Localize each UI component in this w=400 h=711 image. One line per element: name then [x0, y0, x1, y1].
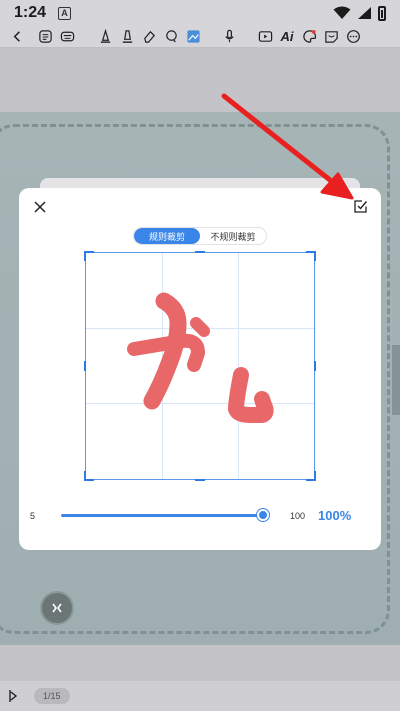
palette-icon	[302, 29, 316, 43]
chevron-left-icon	[13, 31, 20, 42]
play-right-icon	[9, 690, 18, 702]
crop-mode-toggle: 规则裁剪 不规则裁剪	[133, 227, 267, 245]
board-side-tab	[392, 345, 400, 415]
lasso-button[interactable]	[160, 27, 182, 47]
highlighter-button[interactable]	[116, 27, 138, 47]
crop-handle-bottom-left[interactable]	[84, 471, 94, 481]
media-button[interactable]	[254, 27, 276, 47]
media-icon	[258, 31, 272, 42]
status-bar: 1:24 A	[0, 0, 400, 26]
microphone-icon	[224, 29, 234, 43]
back-button[interactable]	[6, 27, 28, 47]
list-button[interactable]	[34, 27, 56, 47]
floating-tool-button[interactable]	[40, 591, 74, 625]
palette-button[interactable]	[298, 27, 320, 47]
sticker-button[interactable]	[320, 27, 342, 47]
lasso-icon	[165, 30, 177, 43]
more-icon	[346, 30, 360, 43]
crop-dialog: 规则裁剪 不规则裁剪 5 100 100%	[19, 188, 381, 550]
signal-icon	[358, 7, 371, 19]
crop-handle-top-right[interactable]	[306, 251, 316, 261]
close-icon	[34, 201, 46, 213]
crop-handle-top[interactable]	[195, 251, 205, 253]
handwritten-character	[127, 292, 274, 423]
crop-handle-right[interactable]	[314, 361, 316, 371]
tab-irregular-crop[interactable]: 不规则裁剪	[200, 228, 266, 244]
toolbar: Ai	[0, 26, 400, 48]
page-panel-toggle[interactable]	[6, 685, 20, 707]
size-slider-track[interactable]	[61, 514, 267, 517]
size-slider-thumb[interactable]	[257, 509, 269, 521]
highlighter-icon	[122, 30, 132, 43]
tab-regular-crop[interactable]: 规则裁剪	[134, 228, 200, 244]
more-button[interactable]	[342, 27, 364, 47]
crop-handle-top-left[interactable]	[84, 251, 94, 261]
notification-icon: A	[58, 6, 72, 20]
list-icon	[38, 30, 52, 43]
battery-icon	[378, 5, 386, 21]
canvas-top-area	[0, 48, 400, 112]
eraser-button[interactable]	[138, 27, 160, 47]
wifi-icon	[333, 6, 351, 19]
sticker-icon	[324, 31, 338, 43]
keyboard-icon	[60, 31, 74, 42]
slider-max-label: 100	[290, 511, 306, 521]
status-time: 1:24	[14, 4, 47, 21]
crop-area[interactable]	[84, 251, 316, 481]
page-indicator: 1/15	[34, 688, 70, 704]
keyboard-button[interactable]	[56, 27, 78, 47]
pen-button[interactable]	[94, 27, 116, 47]
bottom-bar: 1/15	[0, 681, 400, 711]
crop-handle-bottom-right[interactable]	[306, 471, 316, 481]
microphone-button[interactable]	[218, 27, 240, 47]
slider-min-label: 5	[30, 511, 36, 521]
crop-handle-bottom[interactable]	[195, 479, 205, 481]
image-icon	[186, 30, 200, 43]
crop-handle-left[interactable]	[84, 361, 86, 371]
slider-value: 100%	[318, 508, 352, 523]
check-box-icon	[353, 199, 367, 213]
ai-button[interactable]: Ai	[276, 27, 298, 47]
image-button[interactable]	[182, 27, 204, 47]
close-button[interactable]	[29, 196, 51, 218]
pen-icon	[100, 29, 110, 43]
collapse-icon	[52, 603, 62, 613]
eraser-icon	[143, 30, 155, 43]
confirm-button[interactable]	[349, 195, 371, 217]
